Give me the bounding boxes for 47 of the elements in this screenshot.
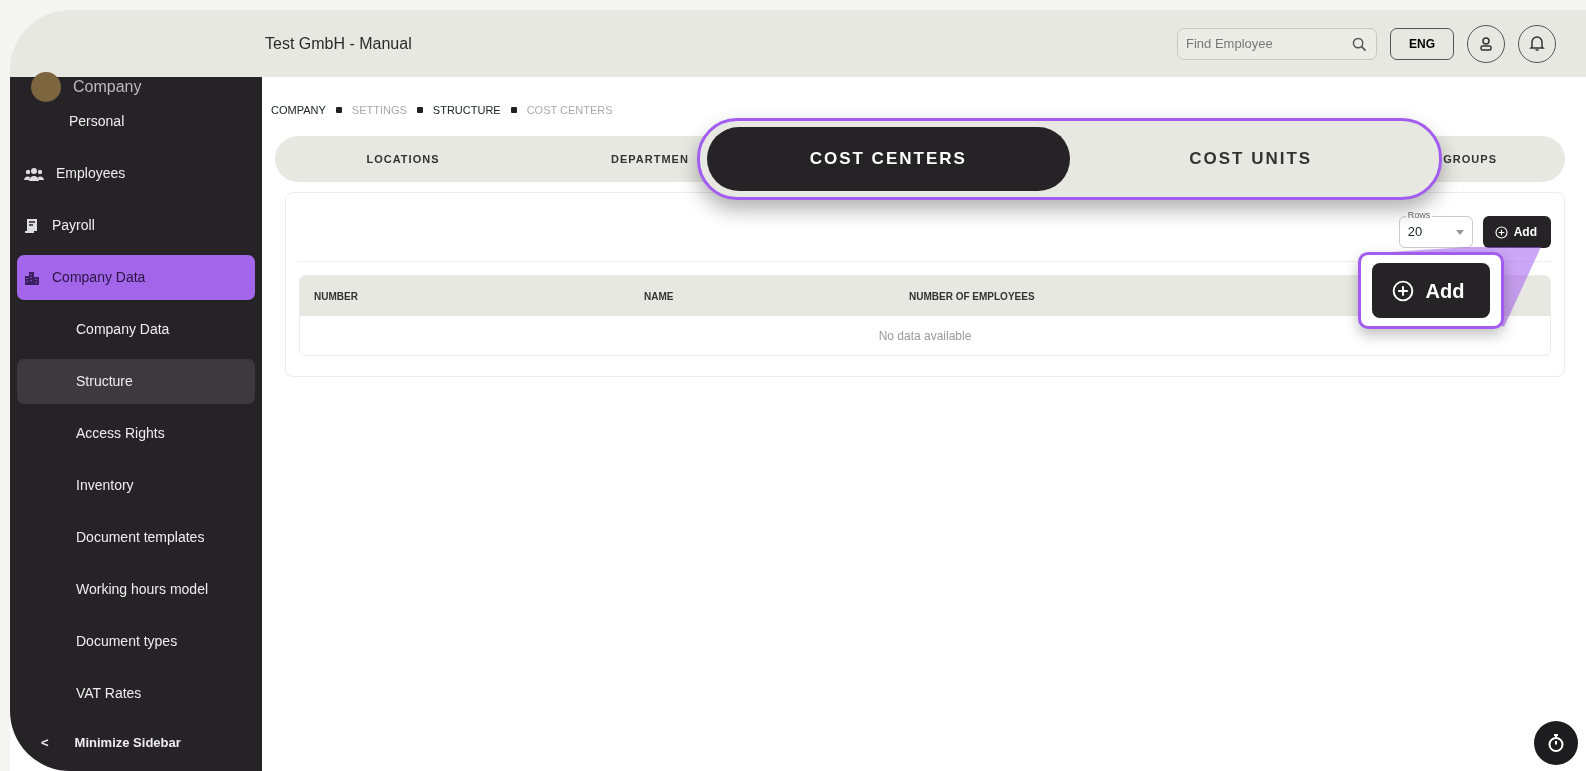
avatar	[31, 72, 61, 102]
tab[interactable]: COST UNITS	[1069, 127, 1432, 191]
sidebar-subitem[interactable]: Document templates	[17, 515, 255, 560]
language-button[interactable]: ENG	[1390, 27, 1454, 60]
breadcrumb-separator	[335, 107, 342, 113]
sidebar-item[interactable]: Personal	[17, 99, 255, 144]
sidebar-subitem[interactable]: Working hours model	[17, 567, 255, 612]
column-header: NAME	[643, 289, 675, 304]
search-field[interactable]: Find Employee	[1177, 27, 1377, 60]
empty-message: No data available	[878, 327, 972, 345]
breadcrumb-separator	[416, 107, 423, 113]
sidebar-item[interactable]: Company Data	[17, 255, 255, 300]
column-header: NUMBER	[313, 289, 359, 304]
tab[interactable]: COST CENTERS	[707, 127, 1070, 191]
breadcrumb-link[interactable]: COMPANY	[271, 101, 326, 119]
tab[interactable]: DEPARTMEN	[611, 136, 689, 182]
add-button[interactable]: Add	[1371, 263, 1491, 318]
rows-value: 20	[1407, 223, 1423, 242]
stopwatch-icon	[1547, 733, 1565, 753]
breadcrumb-link[interactable]: STRUCTURE	[432, 101, 501, 119]
sidebar-item[interactable]: Employees	[17, 151, 255, 196]
minimize-label[interactable]: Minimize Sidebar	[74, 733, 181, 753]
company-name: Company	[73, 77, 142, 97]
chevron-icon[interactable]: <	[41, 733, 49, 753]
sidebar-subitem[interactable]: Inventory	[17, 463, 255, 508]
sidebar-subitem[interactable]: Company Data	[17, 307, 255, 352]
sidebar-subitem[interactable]: Document types	[17, 619, 255, 664]
search-icon	[1352, 36, 1367, 52]
sidebar-subitem[interactable]: Structure	[17, 359, 255, 404]
tab[interactable]: GROUPS	[1443, 136, 1497, 182]
tab[interactable]: LOCATIONS	[275, 136, 531, 182]
plus-circle-icon	[1391, 279, 1414, 302]
column-header: NUMBER OF EMPLOYEES	[908, 289, 1035, 304]
bell-icon	[1529, 35, 1545, 52]
sidebar-subitem[interactable]: Access Rights	[17, 411, 255, 456]
breadcrumb-separator	[510, 107, 517, 113]
buildings-icon	[24, 269, 40, 286]
sidebar-subitem[interactable]: VAT Rates	[17, 671, 255, 716]
page-title: Test GmbH - Manual	[265, 33, 412, 54]
document-icon	[24, 217, 40, 234]
plus-circle-icon	[1494, 225, 1508, 239]
sidebar-item[interactable]: Payroll	[17, 203, 255, 248]
caret-icon	[1455, 229, 1464, 235]
user-icon	[1478, 35, 1494, 52]
add-button[interactable]: Add	[1482, 216, 1551, 248]
people-icon	[24, 166, 44, 181]
timer-button[interactable]	[1534, 721, 1578, 765]
